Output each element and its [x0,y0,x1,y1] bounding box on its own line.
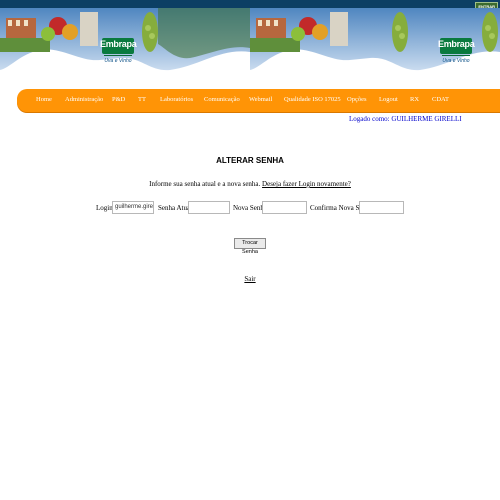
exit-link[interactable]: Sair [244,275,255,283]
login-field[interactable]: guilherme.gire [112,201,154,214]
logged-in-user: GUILHERME GIRELLI [391,115,462,123]
new-password-field[interactable] [262,201,307,214]
logo-underline [104,55,132,56]
nav-item-comunicacao[interactable]: Comunicação [204,89,240,112]
nav-item-logout[interactable]: Logout [379,89,398,112]
nav-item-opcoes[interactable]: Opções [347,89,367,112]
nav-item-rx[interactable]: RX [410,89,419,112]
main-nav: Home Administração P&D TT Laboratórios C… [17,89,500,112]
nav-item-laboratorios[interactable]: Laboratórios [160,89,193,112]
exit-container: Sair [0,275,500,283]
nav-item-pd[interactable]: P&D [112,89,125,112]
embrapa-logo-right: Embrapa Uva e Vinho [438,34,475,74]
logo-brand-text: Embrapa [100,39,137,49]
change-password-button[interactable]: Trocar Senha [234,238,266,255]
header-banner: Embrapa Uva e Vinho Embrapa Uva e Vinho [0,8,500,74]
confirm-password-field[interactable] [359,201,404,214]
current-password-field[interactable] [188,201,230,214]
logo-subtitle: Uva e Vinho [104,58,132,64]
top-strip [0,0,500,8]
logo-underline [442,55,470,56]
nav-item-qualidade[interactable]: Qualidade ISO 17025 [284,89,341,112]
info-text: Informe sua senha atual e a nova senha. … [0,180,500,188]
logo-subtitle: Uva e Vinho [442,58,470,64]
nav-item-home[interactable]: Home [36,89,52,112]
banner-artwork [0,8,500,71]
nav-item-tt[interactable]: TT [138,89,146,112]
relogin-link[interactable]: Deseja fazer Login novamente? [262,180,351,188]
logo-brand-text: Embrapa [438,39,475,49]
embrapa-logo: Embrapa Uva e Vinho [100,34,137,74]
page-title: ALTERAR SENHA [216,156,284,165]
nav-item-webmail[interactable]: Webmail [249,89,272,112]
nav-item-administracao[interactable]: Administração [65,89,103,112]
info-message: Informe sua senha atual e a nova senha. [149,180,261,188]
nav-item-cdat[interactable]: CDAT [432,89,449,112]
logged-in-status: Logado como: GUILHERME GIRELLI [349,115,462,123]
logged-in-label: Logado como: [349,115,390,123]
